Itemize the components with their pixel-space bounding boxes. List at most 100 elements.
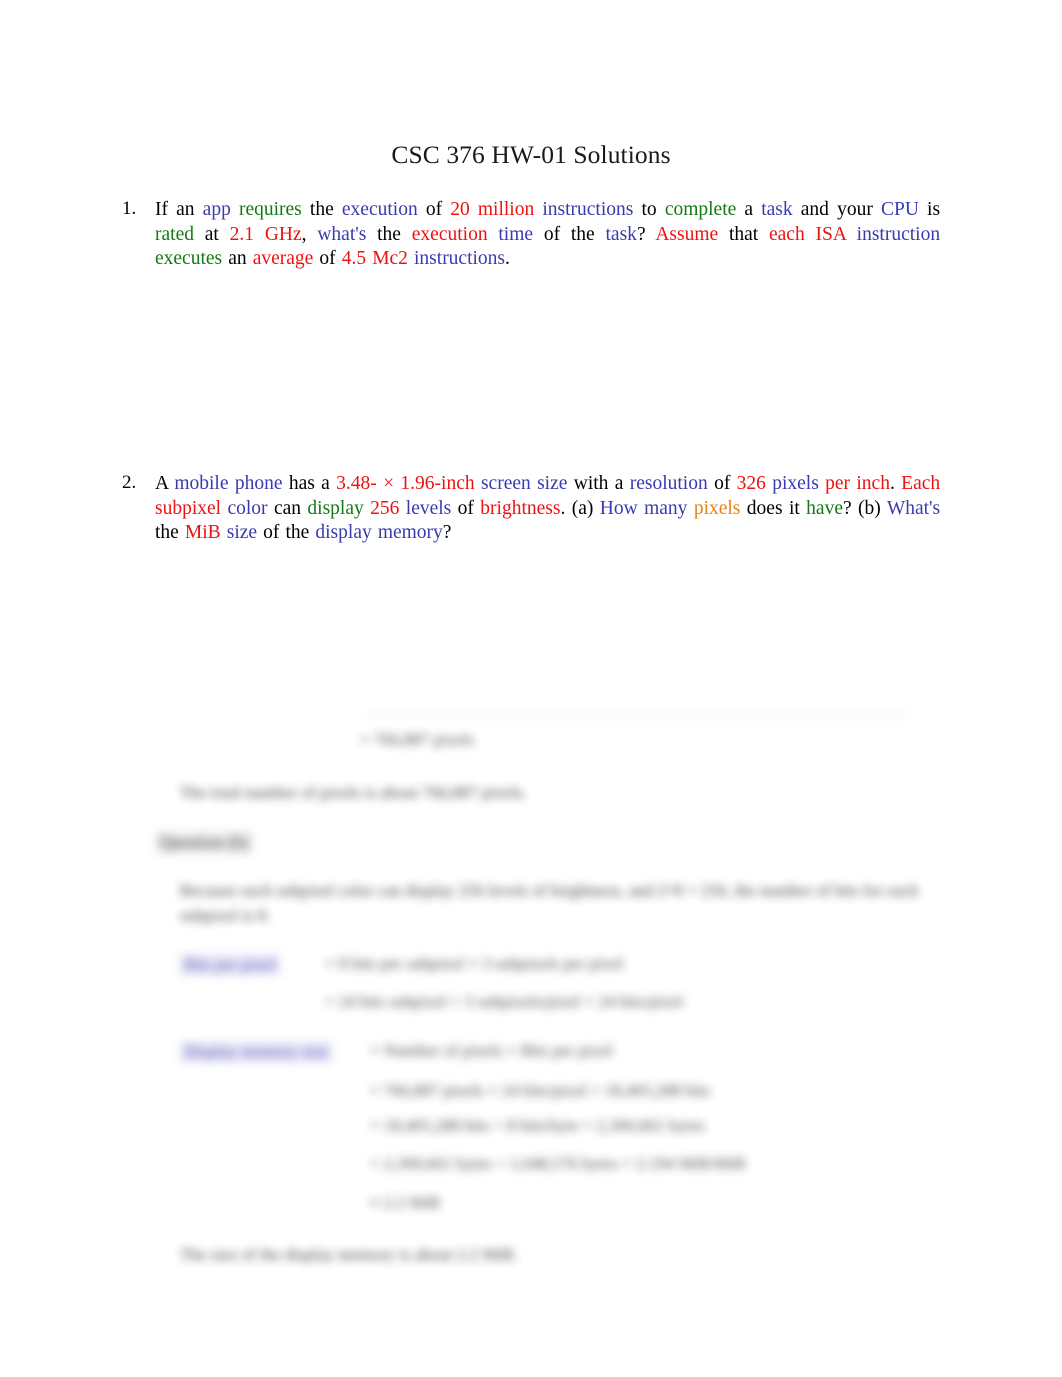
question-token: ? xyxy=(636,223,646,245)
question-token: the xyxy=(155,522,179,544)
question-token: pixels xyxy=(772,473,819,494)
question-token: of xyxy=(457,497,474,519)
question-token: ? xyxy=(442,522,452,544)
question-token: does xyxy=(746,497,783,519)
question-token: subpixel xyxy=(155,497,222,519)
solution-line: ≈ 2.2 MiB xyxy=(370,1193,441,1212)
solution-line: Display memory size xyxy=(180,1041,333,1063)
question-token: size xyxy=(537,473,568,494)
question-token: to xyxy=(641,199,657,220)
question-token: the xyxy=(377,223,401,245)
question-token: color xyxy=(227,497,268,519)
question-token: 326 xyxy=(736,473,766,494)
question-token: execution xyxy=(341,199,418,220)
solution-line: = 18,405,288 bits ÷ 8 bits/byte = 2,300,… xyxy=(370,1116,705,1135)
question-token: . xyxy=(889,473,895,494)
solution-line: = 766,887 pixels xyxy=(360,730,474,749)
question-token: 20 xyxy=(450,199,470,220)
question-token: instructions xyxy=(542,199,634,220)
question-token: task xyxy=(761,199,793,220)
question-token: at xyxy=(204,223,219,245)
question-token: it xyxy=(788,497,800,519)
question-token: Mc2 xyxy=(372,248,408,270)
question-item-2: 2. A mobile phone has a 3.48- × 1.96-inc… xyxy=(0,472,1062,546)
question-token: brightness xyxy=(480,497,561,519)
question-token: CPU xyxy=(880,199,919,220)
question-token: of xyxy=(263,522,280,544)
question-token: instruction xyxy=(856,223,941,245)
blurred-solution-block: = 766,887 pixels The total number of pixe… xyxy=(0,700,1062,1280)
solution-line: The total number of pixels is about 766,… xyxy=(180,783,527,802)
document-page: CSC 376 HW-01 Solutions 1. If an app req… xyxy=(0,0,1062,1377)
question-token: of xyxy=(714,473,731,494)
question-token: execution xyxy=(411,223,488,245)
question-token: complete xyxy=(664,199,737,220)
question-token: memory xyxy=(377,522,443,544)
solution-line: Bits per pixel xyxy=(180,954,280,976)
question-token: 3.48- xyxy=(336,473,377,494)
solution-line: Question (b) xyxy=(155,831,253,854)
question-token: levels xyxy=(405,497,452,519)
question-text-1: If an app requires the execution of 20 m… xyxy=(155,198,940,272)
solution-line: = 766,887 pixels × 24 bits/pixel = 18,40… xyxy=(370,1081,710,1100)
question-token: A xyxy=(155,473,169,494)
question-token: your xyxy=(837,199,873,220)
question-token: × xyxy=(383,473,395,494)
question-token: 256 xyxy=(370,497,400,519)
question-item-1: 1. If an app requires the execution of 2… xyxy=(0,198,1062,272)
question-marker-1: 1. xyxy=(122,198,137,219)
solution-divider xyxy=(368,714,908,715)
question-token: executes xyxy=(155,248,223,270)
question-token: display xyxy=(307,497,364,519)
page-title: CSC 376 HW-01 Solutions xyxy=(391,140,671,170)
question-token: 1.96-inch xyxy=(400,473,475,494)
question-token: per xyxy=(825,473,851,494)
question-token: of xyxy=(319,248,336,270)
question-token: pixels xyxy=(693,497,741,519)
question-token: has xyxy=(288,473,315,494)
question-token: If an xyxy=(155,199,195,220)
question-token: the xyxy=(285,522,310,544)
question-token: ISA xyxy=(815,223,846,245)
question-token: size xyxy=(226,522,258,544)
question-token: app xyxy=(202,199,231,220)
question-token: requires xyxy=(238,199,302,220)
question-token: . xyxy=(560,497,566,519)
question-token: 2.1 xyxy=(229,223,255,245)
solution-line: The size of the display memory is about … xyxy=(180,1245,518,1264)
question-token: the xyxy=(309,199,334,220)
question-token: Each xyxy=(901,473,941,494)
question-token: time xyxy=(498,223,534,245)
question-token: task xyxy=(605,223,637,245)
question-token: a xyxy=(744,199,754,220)
question-token: of xyxy=(425,199,443,220)
question-token: instructions xyxy=(414,248,506,270)
question-marker-2: 2. xyxy=(122,472,137,493)
question-token: screen xyxy=(480,473,531,494)
question-token: display xyxy=(315,522,372,544)
question-token: and xyxy=(800,199,829,220)
question-token: phone xyxy=(234,473,283,494)
question-token: that xyxy=(728,223,759,245)
question-token: (b) xyxy=(858,497,881,519)
question-text-2: A mobile phone has a 3.48- × 1.96-inch s… xyxy=(155,472,940,546)
question-token: , xyxy=(301,223,307,245)
question-token: GHz xyxy=(264,223,302,245)
question-token: What's xyxy=(886,497,941,519)
question-token: million xyxy=(477,199,535,220)
solution-line: = 24 bits subpixel = 3 subpixels/pixel =… xyxy=(325,992,683,1011)
question-token: can xyxy=(273,497,302,519)
question-token: resolution xyxy=(629,473,708,494)
question-token: How xyxy=(599,497,638,519)
question-token: ? xyxy=(842,497,852,519)
solution-line: = 8 bits per subpixel × 3 subpixels per … xyxy=(325,954,624,973)
solution-line: Because each subpixel color can display … xyxy=(180,881,919,925)
question-token: each xyxy=(769,223,805,245)
question-token: mobile xyxy=(174,473,229,494)
question-token: with xyxy=(573,473,609,494)
question-token: 4.5 xyxy=(341,248,367,270)
question-token: a xyxy=(614,473,624,494)
question-token: have xyxy=(806,497,843,519)
solution-line: = 2,300,661 bytes ÷ 1,048,576 bytes = 2.… xyxy=(370,1154,746,1173)
question-token: Assume xyxy=(655,223,719,245)
